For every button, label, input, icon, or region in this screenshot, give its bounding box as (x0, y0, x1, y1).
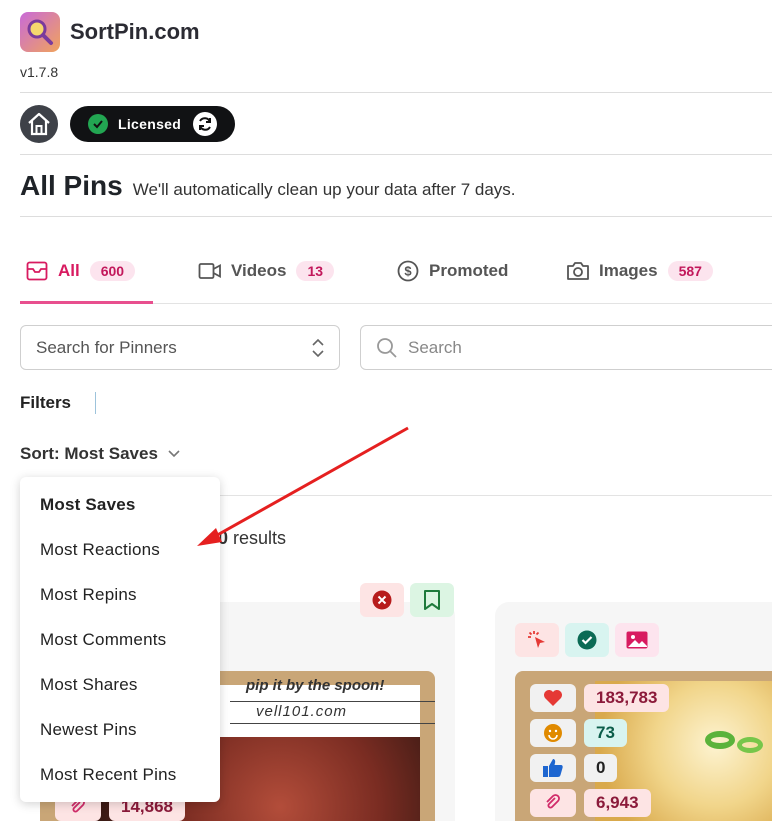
camera-icon (566, 259, 590, 283)
pin-stat-likes: 0 (530, 754, 618, 782)
tab-images[interactable]: Images 587 (566, 258, 713, 284)
home-icon (28, 112, 50, 136)
sort-option-most-recent-pins[interactable]: Most Recent Pins (40, 765, 176, 785)
tab-label: Images (599, 261, 658, 280)
app-version: v1.7.8 (20, 64, 59, 80)
heart-icon (530, 684, 576, 712)
stat-value: 0 (584, 754, 618, 782)
results-count: 0 results (218, 528, 286, 549)
sort-dropdown-button[interactable]: Sort: Most Saves (20, 444, 181, 464)
pin-image-text: pip it by the spoon! (246, 677, 385, 694)
tab-videos[interactable]: Videos 13 (198, 258, 335, 284)
pinner-select-placeholder: Search for Pinners (36, 337, 177, 357)
chevron-up-down-icon (311, 337, 325, 364)
tab-label: Videos (231, 261, 287, 280)
thumbs-up-icon (530, 754, 576, 782)
check-circle-icon (88, 114, 108, 134)
page-title: All Pins (20, 170, 123, 201)
pepper-slice (737, 737, 763, 753)
refresh-icon[interactable] (193, 112, 218, 136)
tab-label: Promoted (429, 261, 509, 280)
app-header: SortPin.com (20, 12, 200, 52)
svg-text:$: $ (404, 264, 412, 279)
pin-image-url: vell101.com (256, 703, 348, 720)
sort-option-most-reactions[interactable]: Most Reactions (40, 540, 160, 560)
pin-stat-reactions: 73 (530, 719, 627, 747)
app-title: SortPin.com (70, 19, 200, 44)
pin-type-tabs: All 600 Videos 13 $ Promoted Images 587 (20, 250, 772, 304)
sort-option-most-comments[interactable]: Most Comments (40, 630, 166, 650)
sort-dropdown-menu: Most Saves Most Reactions Most Repins Mo… (20, 477, 220, 802)
divider (20, 92, 772, 93)
sort-option-newest-pins[interactable]: Newest Pins (40, 720, 137, 740)
tab-promoted[interactable]: $ Promoted (396, 258, 508, 284)
search-icon (376, 337, 398, 359)
tab-count-badge: 587 (667, 261, 713, 281)
home-button[interactable] (20, 105, 58, 143)
video-camera-icon (198, 259, 222, 283)
stat-value: 183,783 (584, 684, 670, 712)
sort-label: Sort: Most Saves (20, 444, 158, 463)
stat-value: 73 (584, 719, 627, 747)
caption-line (230, 701, 435, 702)
sort-option-most-shares[interactable]: Most Shares (40, 675, 138, 695)
tab-count-badge: 13 (296, 261, 335, 281)
tab-label: All (58, 261, 80, 280)
pinner-select[interactable]: Search for Pinners (20, 325, 340, 370)
chevron-down-icon (167, 449, 181, 459)
tab-all[interactable]: All 600 (25, 258, 136, 284)
dollar-circle-icon: $ (396, 259, 420, 283)
sort-option-most-saves[interactable]: Most Saves (40, 495, 136, 515)
divider (220, 495, 772, 496)
image-type-button[interactable] (615, 623, 659, 657)
page-subtitle: We'll automatically clean up your data a… (132, 180, 516, 199)
remove-pin-button[interactable] (360, 583, 404, 617)
pin-stat-saves: 183,783 (530, 684, 670, 712)
paperclip-icon (530, 789, 576, 817)
image-icon (626, 631, 648, 649)
search-placeholder: Search (408, 337, 462, 357)
bookmark-icon (424, 590, 440, 610)
divider (20, 216, 772, 217)
license-status-pill[interactable]: Licensed (70, 106, 235, 142)
divider (20, 154, 772, 155)
page-heading: All Pins We'll automatically clean up yo… (20, 170, 516, 202)
pin-stat-repins: 6,943 (530, 789, 651, 817)
active-tab-indicator (20, 301, 153, 304)
search-input[interactable]: Search (360, 325, 772, 370)
verified-button[interactable] (565, 623, 609, 657)
click-stat-button[interactable] (515, 623, 559, 657)
pepper-slice (705, 731, 735, 749)
tab-count-badge: 600 (89, 261, 136, 281)
results-label: results (233, 528, 287, 548)
sort-option-most-repins[interactable]: Most Repins (40, 585, 137, 605)
verified-badge-icon (577, 630, 597, 650)
filters-label[interactable]: Filters (20, 393, 71, 413)
smiley-icon (530, 719, 576, 747)
save-pin-button[interactable] (410, 583, 454, 617)
license-label: Licensed (118, 116, 182, 132)
close-circle-icon (372, 590, 392, 610)
inbox-icon (25, 259, 49, 283)
caption-line (230, 723, 435, 724)
magnifier-logo-icon (20, 12, 60, 52)
filters-divider (95, 392, 96, 414)
cursor-click-icon (528, 631, 545, 648)
stat-value: 6,943 (584, 789, 651, 817)
